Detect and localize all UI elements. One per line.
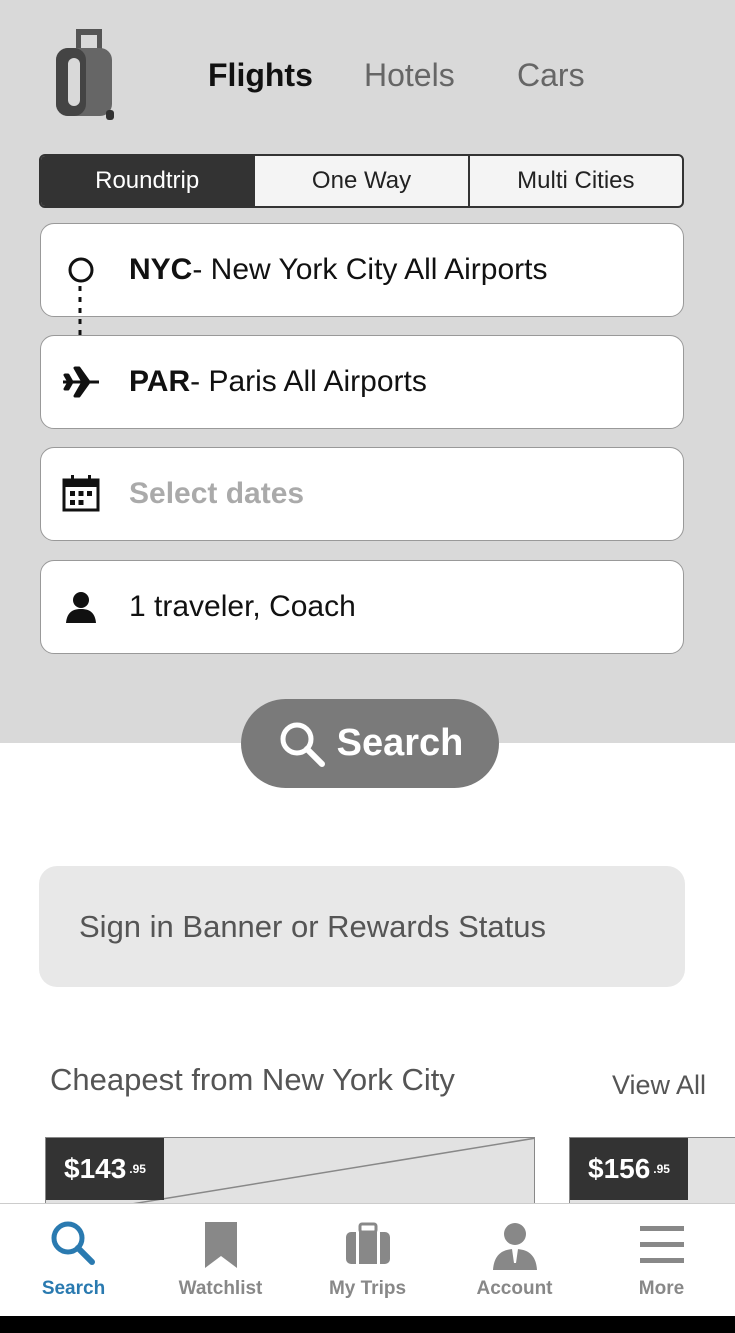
top-tabs: Flights Hotels Cars — [0, 52, 735, 102]
travelers-text: 1 traveler, Coach — [129, 561, 356, 653]
roundtrip-option[interactable]: Roundtrip — [41, 156, 254, 206]
menu-icon — [639, 1226, 684, 1263]
search-button-label: Search — [336, 722, 464, 764]
dates-placeholder: Select dates — [129, 477, 305, 510]
trip-type-selector: Roundtrip One Way Multi Cities — [39, 154, 684, 208]
nav-label: Search — [41, 1278, 106, 1299]
nav-watchlist[interactable]: Watchlist — [147, 1204, 294, 1316]
nav-label: My Trips — [328, 1278, 407, 1299]
bookmark-icon — [204, 1222, 237, 1268]
deal-price-dollars: $156 — [588, 1153, 651, 1184]
banner-text: Sign in Banner or Rewards Status — [79, 908, 546, 944]
travelers-value: 1 traveler, Coach — [129, 590, 356, 623]
tab-hotels[interactable]: Hotels — [364, 52, 455, 98]
dates-text: Select dates — [129, 448, 304, 540]
sign-in-banner[interactable]: Sign in Banner or Rewards Status — [39, 866, 685, 987]
search-icon — [51, 1221, 95, 1265]
nav-my-trips[interactable]: My Trips — [294, 1204, 441, 1316]
one-way-option[interactable]: One Way — [253, 156, 467, 206]
deal-price: $143.95 — [46, 1138, 164, 1200]
search-panel: Flights Hotels Cars Roundtrip One Way Mu… — [0, 0, 735, 743]
origin-text: NYC - New York City All Airports — [129, 224, 547, 316]
destination-name: - Paris All Airports — [190, 365, 427, 398]
airplane-icon — [63, 366, 99, 398]
nav-label: More — [638, 1278, 685, 1299]
origin-field[interactable]: NYC - New York City All Airports — [40, 223, 684, 317]
nav-account[interactable]: Account — [441, 1204, 588, 1316]
nav-search[interactable]: Search — [0, 1204, 147, 1316]
bottom-nav: Search Watchlist My Trips Account More — [0, 1203, 735, 1316]
person-icon — [66, 592, 96, 623]
origin-name: - New York City All Airports — [192, 253, 548, 286]
nav-more[interactable]: More — [588, 1204, 735, 1316]
deals-section-title: Cheapest from New York City — [50, 1062, 455, 1097]
multi-cities-option[interactable]: Multi Cities — [467, 156, 682, 206]
nav-label: Watchlist — [178, 1278, 263, 1299]
destination-field[interactable]: PAR - Paris All Airports — [40, 335, 684, 429]
deal-price: $156.95 — [570, 1138, 688, 1200]
search-button[interactable]: Search — [241, 699, 499, 788]
destination-code: PAR — [129, 365, 191, 398]
destination-text: PAR - Paris All Airports — [129, 336, 427, 428]
origin-code: NYC — [129, 253, 193, 286]
nav-label: Account — [476, 1278, 553, 1299]
dates-field[interactable]: Select dates — [40, 447, 684, 541]
calendar-icon — [62, 475, 100, 512]
suitcase-icon — [345, 1222, 390, 1264]
deal-price-dollars: $143 — [64, 1153, 127, 1184]
deal-price-cents: .95 — [129, 1162, 146, 1176]
tab-cars[interactable]: Cars — [517, 52, 585, 98]
view-all-link[interactable]: View All — [612, 1070, 706, 1101]
travelers-field[interactable]: 1 traveler, Coach — [40, 560, 684, 654]
account-icon — [492, 1223, 537, 1270]
deal-price-cents: .95 — [653, 1162, 670, 1176]
search-icon — [280, 722, 325, 767]
tab-flights[interactable]: Flights — [208, 52, 313, 98]
app-screen: Flights Hotels Cars Roundtrip One Way Mu… — [0, 0, 735, 1316]
